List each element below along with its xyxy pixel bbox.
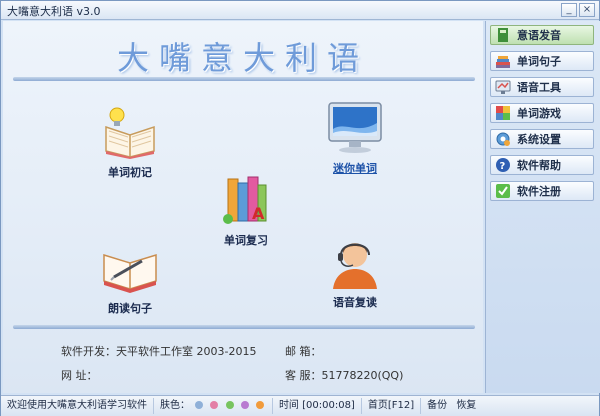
- feature-word-review[interactable]: A 单词复习: [201, 173, 291, 248]
- sidebar-item-voice-tools[interactable]: 语音工具: [490, 77, 594, 97]
- register-icon: [496, 184, 510, 198]
- gear-icon: [496, 132, 510, 146]
- skin-label: 肤色：: [160, 400, 190, 411]
- status-welcome: 欢迎使用大嘴意大利语学习软件: [1, 398, 154, 414]
- help-icon: ?: [496, 158, 510, 172]
- sidebar-item-words-sentences[interactable]: 单词句子: [490, 51, 594, 71]
- books-icon: [496, 56, 510, 68]
- close-button[interactable]: ×: [579, 3, 595, 17]
- open-book-pen-icon: [103, 253, 157, 293]
- sidebar-item-label: 单词游戏: [517, 107, 561, 120]
- status-bar: 欢迎使用大嘴意大利语学习软件 肤色： 时间 [00:00:08] 首页[F12]…: [1, 395, 599, 416]
- feature-label: 单词复习: [224, 234, 268, 247]
- screen-icon: [495, 80, 511, 94]
- feature-voice-repeat[interactable]: 语音复读: [310, 235, 400, 310]
- top-divider: [13, 77, 475, 81]
- email-label: 邮 箱：: [285, 345, 322, 358]
- svg-text:?: ?: [500, 161, 506, 172]
- sidebar-item-label: 意语发音: [517, 29, 561, 42]
- skin-color-pink[interactable]: [210, 401, 219, 409]
- headset-person-icon: [333, 243, 377, 289]
- feature-label: 迷你单词: [333, 162, 377, 175]
- developer-info: 软件开发：天平软件工作室 2003-2015: [61, 345, 257, 358]
- sidebar-item-register[interactable]: 软件注册: [490, 181, 594, 201]
- sidebar-item-label: 软件帮助: [517, 159, 561, 172]
- sidebar-item-word-games[interactable]: 单词游戏: [490, 103, 594, 123]
- window-title: 大嘴意大利语 v3.0: [7, 5, 101, 18]
- window-controls: _ ×: [561, 3, 595, 17]
- sidebar-item-label: 系统设置: [517, 133, 561, 146]
- feature-read-sentences[interactable]: 朗读句子: [85, 241, 175, 316]
- book-icon: [498, 28, 508, 42]
- books-icon: A: [223, 176, 267, 224]
- service-info: 客 服：51778220(QQ): [285, 369, 404, 382]
- sidebar-item-label: 单词句子: [517, 55, 561, 68]
- backup-button[interactable]: 备份: [427, 400, 447, 411]
- skin-color-orange[interactable]: [255, 401, 264, 409]
- book-lightbulb-icon: [105, 107, 155, 159]
- feature-word-memorize[interactable]: 单词初记: [85, 105, 175, 180]
- feature-label: 朗读句子: [108, 302, 152, 315]
- sidebar-item-label: 语音工具: [517, 81, 561, 94]
- sidebar-item-label: 软件注册: [517, 185, 561, 198]
- skin-color-green[interactable]: [225, 401, 234, 409]
- sidebar: 意语发音 单词句子 语音工具 单词游戏 系统设置 ? 软件帮助 软件注册: [485, 21, 600, 393]
- backup-restore: 备份 恢复: [421, 398, 482, 414]
- app-window: 大嘴意大利语 v3.0 _ × 大嘴意大利语 单词初记 迷你单词 A 单词复习 …: [0, 0, 600, 416]
- feature-label: 单词初记: [108, 166, 152, 179]
- svg-text:A: A: [252, 204, 265, 223]
- skin-color-blue[interactable]: [195, 401, 204, 409]
- main-panel: 大嘴意大利语 单词初记 迷你单词 A 单词复习 朗读句子 语音复读 软件开发：天…: [3, 21, 483, 393]
- restore-button[interactable]: 恢复: [456, 400, 476, 411]
- status-time: 时间 [00:00:08]: [273, 398, 362, 414]
- website-label: 网 址：: [61, 369, 98, 382]
- sidebar-item-pronunciation[interactable]: 意语发音: [490, 25, 594, 45]
- home-button[interactable]: 首页[F12]: [362, 398, 422, 414]
- sidebar-item-help[interactable]: ? 软件帮助: [490, 155, 594, 175]
- minimize-button[interactable]: _: [561, 3, 577, 17]
- title-bar: 大嘴意大利语 v3.0 _ ×: [1, 1, 599, 20]
- sidebar-item-settings[interactable]: 系统设置: [490, 129, 594, 149]
- skin-color-purple[interactable]: [240, 401, 249, 409]
- bottom-divider: [13, 325, 475, 329]
- app-title: 大嘴意大利语: [116, 39, 369, 77]
- skin-selector: 肤色：: [154, 398, 273, 414]
- feature-mini-words[interactable]: 迷你单词: [310, 101, 400, 176]
- feature-label: 语音复读: [333, 296, 377, 309]
- monitor-icon: [328, 102, 382, 153]
- game-icon: [496, 106, 510, 120]
